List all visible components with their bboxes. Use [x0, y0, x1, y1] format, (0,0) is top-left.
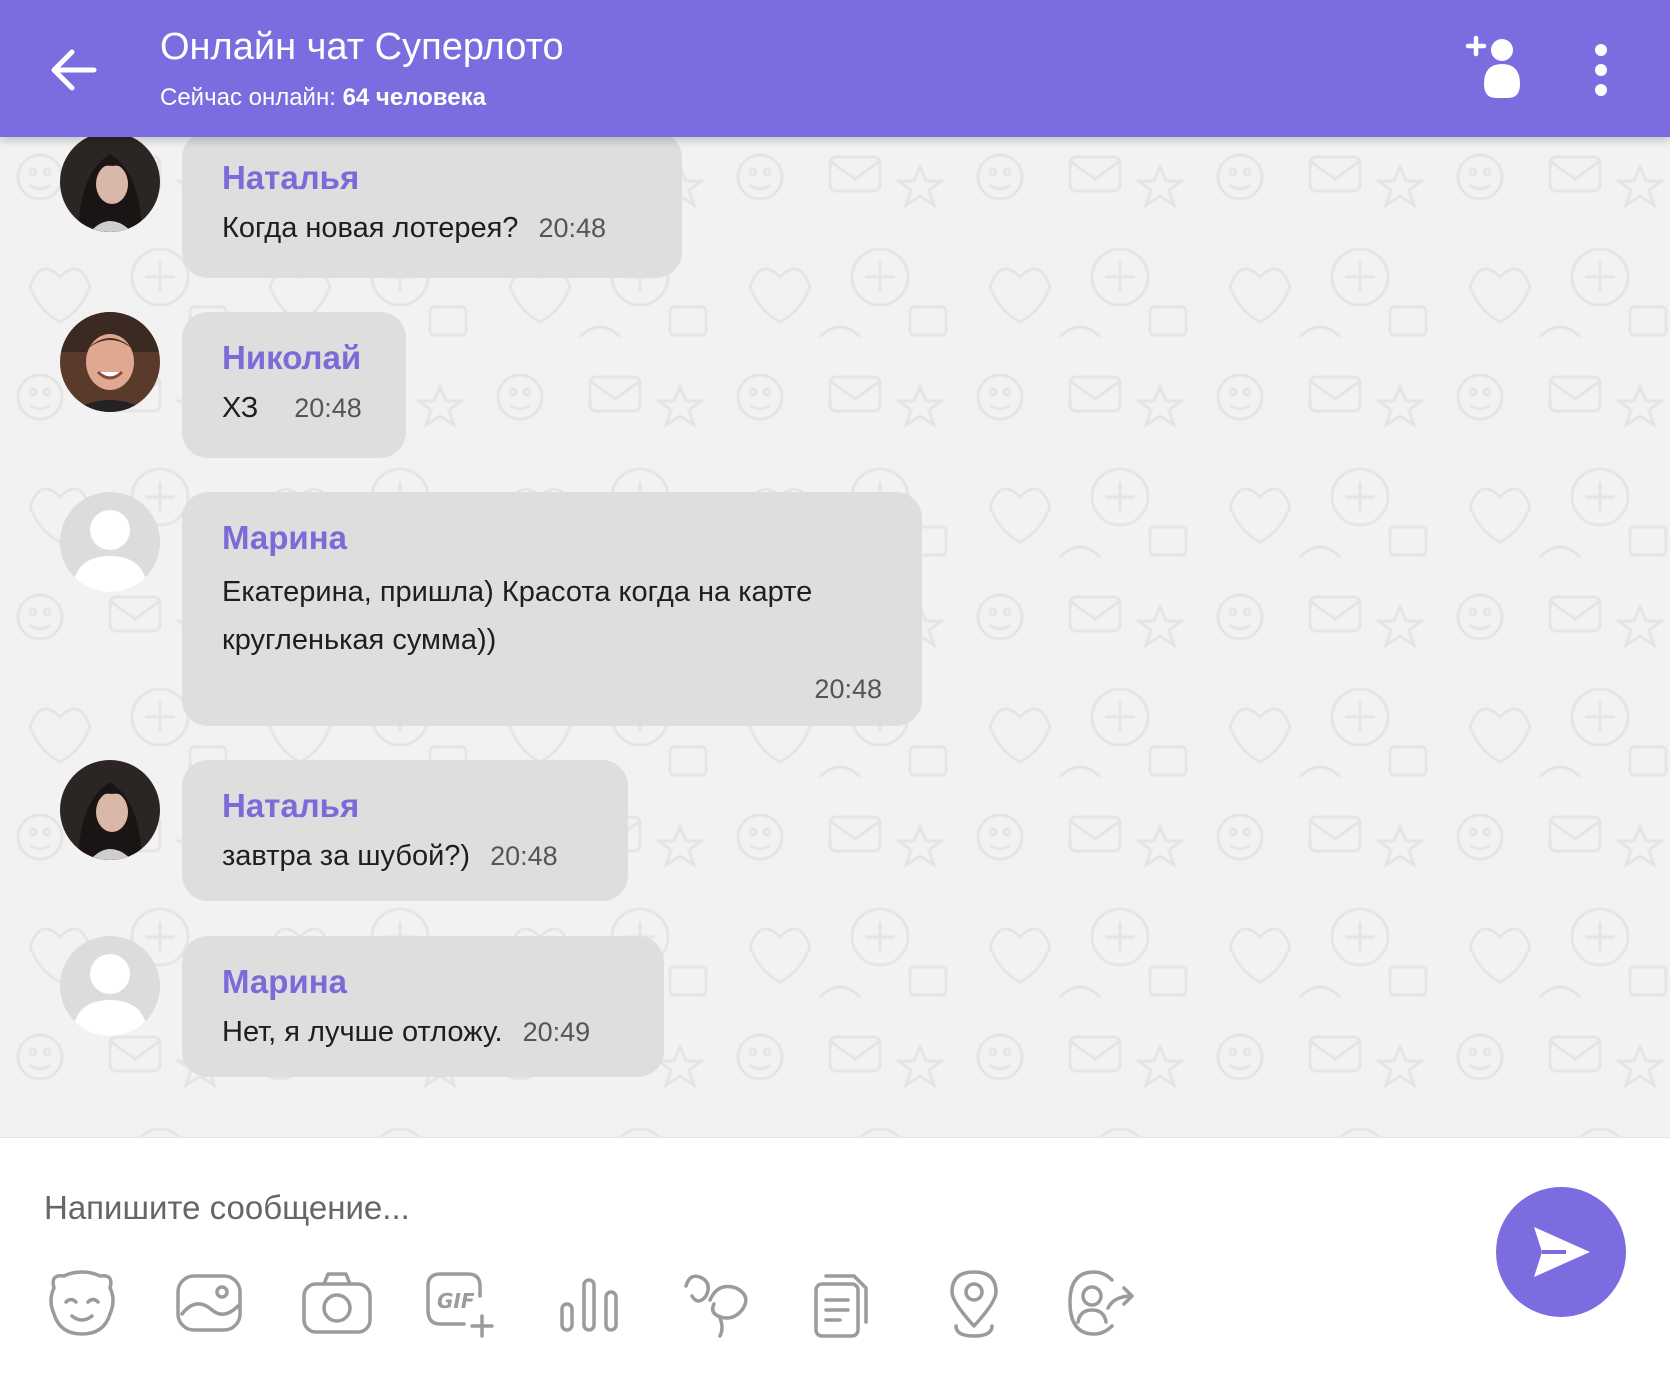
send-icon	[1534, 1227, 1590, 1277]
chat-header: Онлайн чат Суперлото Сейчас онлайн: 64 ч…	[0, 0, 1670, 137]
avatar[interactable]	[60, 312, 160, 412]
location-button[interactable]	[936, 1266, 1012, 1342]
doodle-button[interactable]	[680, 1266, 756, 1342]
message-input[interactable]	[44, 1178, 1424, 1238]
online-status: Сейчас онлайн: 64 человека	[160, 84, 486, 112]
online-count: 64 человека	[342, 84, 486, 111]
chat-messages-area[interactable]: Наталья Когда новая лотерея? 20:48 Никол…	[0, 137, 1670, 1137]
file-button[interactable]	[808, 1266, 884, 1342]
location-icon	[950, 1270, 998, 1338]
message-body: Когда новая лотерея?	[222, 212, 519, 244]
sticker-button[interactable]	[44, 1266, 120, 1342]
message-bubble[interactable]: Наталья завтра за шубой?) 20:48	[182, 760, 628, 901]
default-user-icon	[60, 936, 160, 1036]
camera-button[interactable]	[300, 1266, 376, 1342]
message-text: ХЗ 20:48	[222, 388, 366, 428]
message-time: 20:49	[522, 1017, 591, 1047]
poll-icon	[560, 1278, 618, 1332]
sender-name[interactable]: Наталья	[222, 786, 588, 826]
message-body: ХЗ	[222, 392, 259, 424]
add-user-button[interactable]	[1464, 34, 1536, 104]
message-bubble[interactable]: Марина Нет, я лучше отложу. 20:49	[182, 936, 664, 1077]
camera-icon	[302, 1272, 372, 1334]
sender-name[interactable]: Марина	[222, 962, 624, 1002]
message-text: Нет, я лучше отложу. 20:49	[222, 1012, 624, 1052]
message-line: кругленькая сумма))	[222, 624, 497, 656]
arrow-left-icon	[51, 49, 97, 91]
send-button[interactable]	[1496, 1187, 1626, 1317]
message-bubble[interactable]: Наталья Когда новая лотерея? 20:48	[182, 137, 682, 278]
more-vertical-icon	[1595, 44, 1607, 96]
user-photo-man	[60, 312, 160, 412]
add-user-icon	[1465, 35, 1520, 98]
share-contact-icon	[1068, 1270, 1134, 1336]
message-time: 20:48	[294, 393, 362, 423]
sender-name[interactable]: Николай	[222, 338, 366, 378]
share-contact-button[interactable]	[1064, 1266, 1140, 1342]
message-text: Когда новая лотерея? 20:48	[222, 208, 642, 248]
message-bubble[interactable]: Марина Екатерина, пришла) Красота когда …	[182, 492, 922, 726]
message-text: завтра за шубой?) 20:48	[222, 836, 588, 876]
message-body: Нет, я лучше отложу.	[222, 1016, 503, 1048]
message-body: завтра за шубой?)	[222, 840, 471, 872]
message-time: 20:48	[490, 841, 558, 871]
online-label: Сейчас онлайн:	[160, 84, 336, 111]
gif-label: GIF	[437, 1289, 475, 1313]
back-button[interactable]	[44, 40, 104, 100]
message-bubble[interactable]: Николай ХЗ 20:48	[182, 312, 406, 458]
sender-name[interactable]: Наталья	[222, 158, 642, 198]
default-user-icon	[60, 492, 160, 592]
more-menu-button[interactable]	[1584, 40, 1618, 100]
message-time: 20:48	[538, 213, 607, 243]
user-photo-woman	[60, 760, 160, 860]
avatar[interactable]	[60, 936, 160, 1036]
chat-app: Онлайн чат Суперлото Сейчас онлайн: 64 ч…	[0, 0, 1670, 1386]
message-composer: GIF	[0, 1137, 1670, 1386]
avatar[interactable]	[60, 492, 160, 592]
image-icon	[176, 1274, 242, 1332]
avatar[interactable]	[60, 760, 160, 860]
image-button[interactable]	[172, 1266, 248, 1342]
doodle-icon	[684, 1274, 748, 1338]
file-icon	[814, 1274, 868, 1338]
poll-button[interactable]	[552, 1266, 628, 1342]
message-line: Екатерина, пришла) Красота когда на карт…	[222, 576, 813, 608]
message-text: Екатерина, пришла) Красота когда на карт…	[222, 568, 882, 664]
message-time: 20:48	[814, 674, 882, 704]
gif-icon: GIF	[426, 1272, 494, 1338]
gif-button[interactable]: GIF	[424, 1266, 500, 1342]
chat-title: Онлайн чат Суперлото	[160, 26, 564, 68]
sender-name[interactable]: Марина	[222, 518, 882, 558]
sticker-icon	[49, 1270, 115, 1336]
